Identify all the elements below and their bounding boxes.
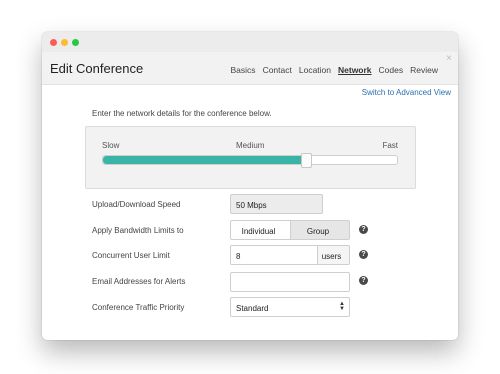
advanced-view-link[interactable]: Switch to Advanced View: [362, 88, 451, 97]
speed-slider-track[interactable]: [102, 153, 398, 168]
tab-codes[interactable]: Codes: [379, 65, 404, 75]
zoom-window-button[interactable]: [72, 39, 79, 46]
close-icon[interactable]: ×: [446, 53, 452, 64]
email-label: Email Addresses for Alerts: [92, 277, 186, 286]
priority-label: Conference Traffic Priority: [92, 303, 185, 312]
bandwidth-label: Apply Bandwidth Limits to: [92, 226, 184, 235]
select-arrows-icon: ▲ ▼: [339, 301, 345, 312]
group-option-button[interactable]: Group: [290, 220, 350, 240]
intro-text: Enter the network details for the confer…: [92, 109, 272, 118]
help-icon[interactable]: ?: [359, 276, 368, 285]
tab-network[interactable]: Network: [338, 65, 372, 75]
slider-mid-label: Medium: [236, 141, 265, 150]
priority-select[interactable]: Standard ▲ ▼: [230, 297, 350, 317]
speed-slider-fill: [103, 156, 306, 164]
help-icon[interactable]: ?: [359, 250, 368, 259]
tab-contact[interactable]: Contact: [263, 65, 292, 75]
speed-slider-handle[interactable]: [301, 153, 312, 168]
minimize-window-button[interactable]: [61, 39, 68, 46]
window-titlebar: [42, 32, 458, 52]
dialog-header: Edit Conference Basics Contact Location …: [42, 52, 458, 85]
user-limit-label: Concurrent User Limit: [92, 251, 170, 260]
user-limit-input[interactable]: 8: [230, 245, 318, 265]
tab-basics[interactable]: Basics: [231, 65, 256, 75]
tab-review[interactable]: Review: [410, 65, 438, 75]
edit-conference-window: Edit Conference Basics Contact Location …: [42, 32, 458, 340]
close-window-button[interactable]: [50, 39, 57, 46]
tab-location[interactable]: Location: [299, 65, 331, 75]
slider-min-label: Slow: [102, 141, 120, 150]
speed-label: Upload/Download Speed: [92, 200, 181, 209]
priority-selected-value: Standard: [236, 304, 269, 313]
slider-max-label: Fast: [382, 141, 398, 150]
step-tabs: Basics Contact Location Network Codes Re…: [231, 65, 438, 75]
users-unit-addon: users: [317, 245, 350, 265]
page-title: Edit Conference: [50, 61, 144, 76]
email-field[interactable]: [230, 272, 350, 292]
help-icon[interactable]: ?: [359, 225, 368, 234]
individual-option-button[interactable]: Individual: [230, 220, 291, 240]
speed-value: 50 Mbps: [230, 194, 323, 214]
speed-slider-panel: Slow Medium Fast: [85, 126, 416, 189]
